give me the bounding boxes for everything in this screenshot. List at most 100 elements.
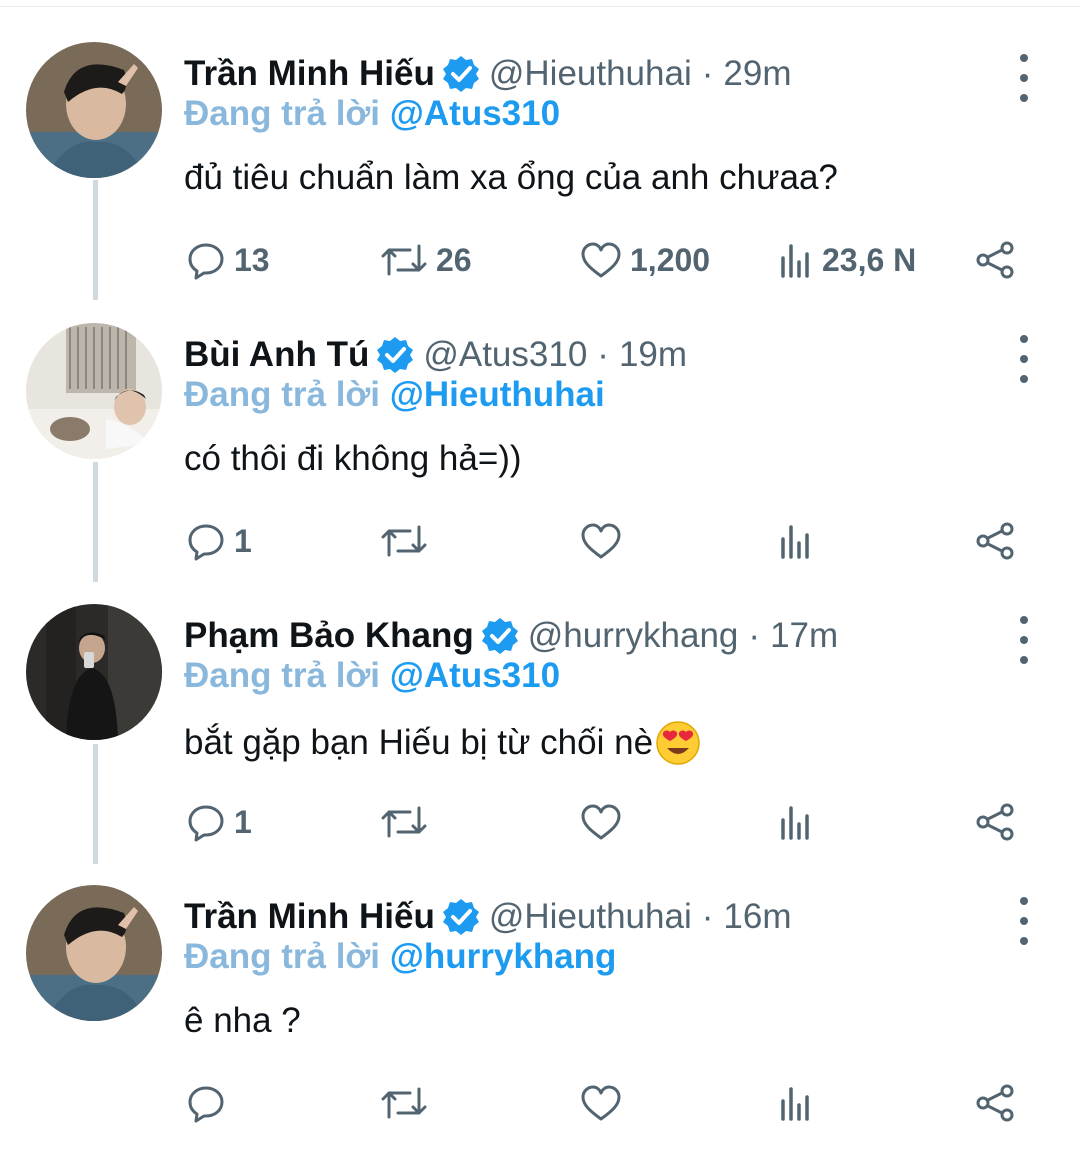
- more-vertical-icon[interactable]: [1012, 897, 1036, 945]
- views-button[interactable]: [780, 1081, 822, 1125]
- display-name[interactable]: Phạm Bảo Khang: [184, 616, 474, 656]
- replying-to: Đang trả lời @Atus310: [184, 656, 560, 696]
- reply-button[interactable]: [186, 1081, 234, 1125]
- share-button[interactable]: [974, 519, 1024, 563]
- replying-to-handle[interactable]: @Hieuthuhai: [390, 375, 605, 414]
- views-icon: [781, 525, 809, 559]
- reply-icon: [188, 524, 224, 561]
- tweet-text-content: bắt gặp bạn Hiếu bị từ chối nè: [184, 723, 654, 762]
- display-name[interactable]: Trần Minh Hiếu: [184, 897, 435, 937]
- avatar-photo: [26, 604, 162, 740]
- more-vertical-icon[interactable]: [1012, 335, 1036, 383]
- top-divider: [0, 0, 1080, 7]
- avatar[interactable]: [26, 885, 162, 1021]
- reply-count: 1: [234, 522, 252, 559]
- replying-to: Đang trả lời @Hieuthuhai: [184, 375, 605, 415]
- views-icon: [781, 806, 809, 840]
- reply-button[interactable]: 13: [186, 238, 270, 282]
- action-bar: 13 26 1,200 23,6 N: [0, 238, 1080, 282]
- retweet-button[interactable]: 26: [380, 238, 472, 282]
- share-icon: [976, 241, 1014, 279]
- timestamp[interactable]: 17m: [770, 616, 838, 656]
- share-icon: [976, 1084, 1014, 1122]
- verified-badge-icon: [442, 899, 479, 935]
- like-button[interactable]: 1,200: [580, 238, 710, 282]
- retweet-icon: [381, 806, 427, 838]
- replying-to-label: Đang trả lời: [184, 656, 381, 695]
- timestamp[interactable]: 19m: [619, 335, 687, 375]
- retweet-button[interactable]: [380, 1081, 436, 1125]
- replying-to-handle[interactable]: @Atus310: [390, 94, 560, 133]
- tweet-text: bắt gặp bạn Hiếu bị từ chối nè: [184, 720, 701, 766]
- user-handle[interactable]: @Atus310: [423, 335, 587, 375]
- tweet-text-content: có thôi đi không hả=)): [184, 439, 522, 478]
- separator-dot: ·: [701, 897, 714, 936]
- tweet-text-content: ê nha ?: [184, 1001, 301, 1040]
- user-handle[interactable]: @hurrykhang: [528, 616, 739, 656]
- action-bar: 1: [0, 519, 1080, 563]
- tweet[interactable]: Trần Minh Hiếu @Hieuthuhai · 29m Đang tr…: [0, 42, 1080, 322]
- reply-icon: [188, 805, 224, 842]
- separator-dot: ·: [701, 54, 714, 93]
- share-icon: [976, 803, 1014, 841]
- replying-to-label: Đang trả lời: [184, 94, 381, 133]
- share-button[interactable]: [974, 238, 1024, 282]
- share-button[interactable]: [974, 1081, 1024, 1125]
- timestamp[interactable]: 16m: [723, 897, 791, 937]
- replying-to-label: Đang trả lời: [184, 937, 381, 976]
- action-bar: [0, 1081, 1080, 1125]
- retweet-button[interactable]: [380, 800, 436, 844]
- tweet[interactable]: Phạm Bảo Khang @hurrykhang · 17m Đang tr…: [0, 604, 1080, 884]
- action-bar: 1: [0, 800, 1080, 844]
- retweet-count: 26: [436, 241, 472, 278]
- separator-dot: ·: [597, 335, 609, 374]
- like-button[interactable]: [580, 519, 630, 563]
- views-button[interactable]: 23,6 N: [780, 238, 916, 282]
- retweet-icon: [381, 244, 427, 276]
- user-handle[interactable]: @Hieuthuhai: [489, 897, 692, 937]
- heart-icon: [581, 804, 621, 840]
- avatar[interactable]: [26, 323, 162, 459]
- views-icon: [781, 244, 809, 278]
- timestamp[interactable]: 29m: [723, 54, 791, 94]
- retweet-button[interactable]: [380, 519, 436, 563]
- avatar[interactable]: [26, 42, 162, 178]
- heart-icon: [581, 242, 621, 278]
- like-button[interactable]: [580, 800, 630, 844]
- tweet[interactable]: Bùi Anh Tú @Atus310 · 19m Đang trả lời @…: [0, 323, 1080, 603]
- display-name[interactable]: Bùi Anh Tú: [184, 335, 369, 375]
- replying-to: Đang trả lời @Atus310: [184, 94, 560, 134]
- avatar-photo: [26, 885, 162, 1021]
- tweet-text: có thôi đi không hả=)): [184, 439, 522, 479]
- verified-badge-icon: [377, 337, 414, 373]
- replying-to-label: Đang trả lời: [184, 375, 381, 414]
- reply-button[interactable]: 1: [186, 519, 252, 563]
- reply-button[interactable]: 1: [186, 800, 252, 844]
- verified-badge-icon: [442, 56, 479, 92]
- views-button[interactable]: [780, 800, 822, 844]
- like-count: 1,200: [630, 241, 711, 278]
- like-button[interactable]: [580, 1081, 630, 1125]
- heart-icon: [581, 1085, 621, 1121]
- views-button[interactable]: [780, 519, 822, 563]
- more-vertical-icon[interactable]: [1012, 54, 1036, 102]
- tweet[interactable]: Trần Minh Hiếu @Hieuthuhai · 16m Đang tr…: [0, 885, 1080, 1165]
- reply-icon: [188, 1086, 224, 1123]
- replying-to-handle[interactable]: @hurrykhang: [390, 937, 617, 976]
- replying-to: Đang trả lời @hurrykhang: [184, 937, 616, 977]
- tweet-text-content: đủ tiêu chuẩn làm xa ổng của anh chưaa?: [184, 158, 838, 197]
- view-count: 23,6 N: [822, 241, 917, 278]
- share-button[interactable]: [974, 800, 1024, 844]
- views-icon: [781, 1087, 809, 1121]
- reply-count: 13: [234, 241, 270, 278]
- user-handle[interactable]: @Hieuthuhai: [489, 54, 692, 94]
- replying-to-handle[interactable]: @Atus310: [390, 656, 560, 695]
- avatar-photo: [26, 323, 162, 459]
- tweet-text: ê nha ?: [184, 1001, 301, 1041]
- more-vertical-icon[interactable]: [1012, 616, 1036, 664]
- display-name[interactable]: Trần Minh Hiếu: [184, 54, 435, 94]
- heart-eyes-emoji-icon: [656, 721, 700, 765]
- retweet-icon: [381, 525, 427, 557]
- avatar[interactable]: [26, 604, 162, 740]
- reply-icon: [188, 243, 224, 280]
